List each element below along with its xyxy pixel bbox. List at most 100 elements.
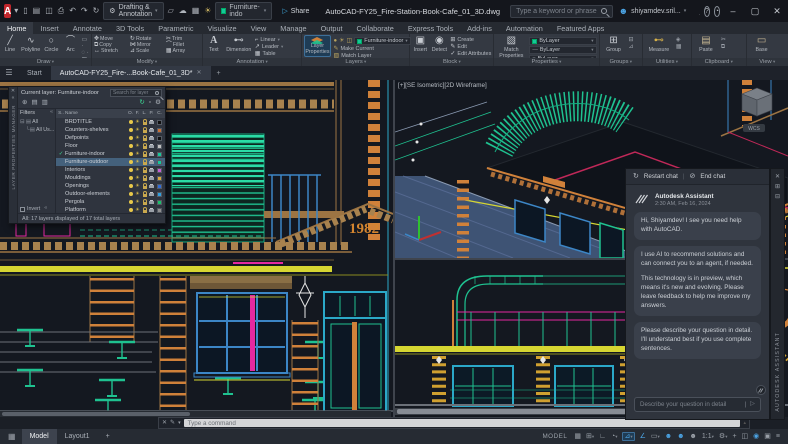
isolate-layer-icon[interactable]: ▫	[149, 100, 151, 107]
layout-grid-icon[interactable]: ▦	[8, 433, 16, 441]
delete-layer-icon[interactable]: ▥	[42, 100, 48, 107]
table-tool[interactable]: ▦Table	[255, 51, 283, 57]
layer-color-swatch[interactable]	[157, 192, 162, 197]
layer-color-swatch[interactable]	[157, 144, 162, 149]
layer-row[interactable]: Furniture-outdoor☀	[56, 158, 165, 166]
chat-input[interactable]: Describe your question in detail | ▷	[634, 397, 761, 412]
layer-row[interactable]: Defpoints☀	[56, 134, 165, 142]
layer-on-icon[interactable]	[129, 184, 133, 188]
layer-color-swatch[interactable]	[157, 136, 162, 141]
viewcube-icon[interactable]	[742, 88, 772, 116]
new-group-filter-icon[interactable]: ▤	[31, 100, 37, 107]
annotation-monitor-icon[interactable]: +	[732, 433, 736, 440]
ribbon-tab-express-tools[interactable]: Express Tools	[401, 22, 460, 34]
units-icon[interactable]: ◫	[742, 433, 749, 440]
ellipse-tool-icon[interactable]: ◌ ·	[82, 50, 90, 56]
groups-panel-label[interactable]: Groups	[600, 58, 642, 66]
layer-color-swatch[interactable]	[157, 152, 162, 157]
graphics-performance-icon[interactable]: ◉	[753, 433, 759, 440]
cut-icon[interactable]: ✂	[721, 37, 726, 43]
layer-plot-icon[interactable]	[149, 121, 154, 124]
annotation-scale-value[interactable]: 1:1▾	[702, 433, 714, 440]
refresh-layers-icon[interactable]: ↻	[139, 100, 144, 107]
model-tab[interactable]: Model	[22, 429, 57, 444]
layer-color-swatch[interactable]	[157, 176, 162, 181]
end-chat-icon[interactable]: ⊘	[689, 173, 695, 180]
ribbon-tab-view[interactable]: View	[244, 22, 274, 34]
layer-freeze-icon[interactable]: ☀	[135, 135, 139, 141]
new-layout-button[interactable]: +	[98, 429, 118, 444]
cart-icon[interactable]	[694, 6, 695, 16]
workspace-switch-icon[interactable]: ⚙▾	[719, 433, 728, 440]
circle-tool[interactable]: ○Circle	[43, 35, 59, 53]
make-current-button[interactable]: ✎Make Current	[334, 46, 411, 52]
layer-freeze-icon[interactable]: ☀	[135, 119, 139, 125]
create-block-tool[interactable]: ⊞Create	[450, 37, 491, 43]
new-drawing-tab-button[interactable]: +	[211, 66, 227, 80]
ribbon-tab-3d-tools[interactable]: 3D Tools	[109, 22, 151, 34]
new-layer-icon[interactable]: ⊕	[22, 100, 27, 107]
measure-tool[interactable]: ⊷Measure	[645, 35, 673, 54]
arc-tool[interactable]: ⌒Arc	[62, 35, 78, 53]
layer-color-swatch[interactable]	[157, 184, 162, 189]
ungroup-icon[interactable]: ⊟	[629, 37, 634, 43]
customize-command-icon[interactable]: ✎	[170, 420, 175, 426]
layer-freeze-icon[interactable]: ☀	[135, 183, 139, 189]
leader-tool[interactable]: ↗Leader ▾	[255, 44, 283, 50]
dimension-tool[interactable]: ⊷ Dimension	[226, 35, 252, 54]
clean-screen-icon[interactable]: ▣	[764, 433, 771, 440]
array-tool[interactable]: ▦Array	[166, 48, 200, 54]
layer-freeze-icon[interactable]: ☀	[135, 191, 139, 197]
clipboard-panel-label[interactable]: Clipboard	[692, 58, 746, 66]
layer-freeze-icon[interactable]: ☀	[135, 143, 139, 149]
layer-on-icon[interactable]	[129, 208, 133, 212]
layer-color-swatch[interactable]	[157, 168, 162, 173]
layer-on-icon[interactable]	[129, 144, 133, 148]
layer-row[interactable]: Interiors☀	[56, 166, 165, 174]
layer-list-header[interactable]: S.. Name O. F. L. P. C.	[56, 109, 165, 118]
layer-row[interactable]: Platform☀	[56, 206, 165, 213]
ortho-mode-icon[interactable]: ∟	[599, 433, 606, 440]
layer-plot-icon[interactable]	[149, 185, 154, 188]
layer-plot-icon[interactable]	[149, 137, 154, 140]
layer-lock-icon[interactable]	[143, 146, 147, 149]
palette-autohide-icon[interactable]: «	[12, 95, 15, 102]
layer-on-icon[interactable]	[129, 200, 133, 204]
color-dropdown[interactable]: ByLayer▾	[529, 37, 596, 45]
layer-lock-icon[interactable]	[143, 210, 147, 213]
paste-tool[interactable]: ▤Paste	[694, 35, 718, 54]
ribbon-tab-automation[interactable]: Automation	[499, 22, 550, 34]
layer-lock-icon[interactable]	[143, 162, 147, 165]
layer-freeze-icon[interactable]: ☀	[339, 38, 344, 44]
send-icon[interactable]: ▷	[750, 401, 755, 407]
layer-plot-icon[interactable]	[149, 161, 154, 164]
undo-icon[interactable]: ↶	[69, 7, 76, 15]
tab-start[interactable]: Start	[18, 66, 51, 80]
layer-lock-icon[interactable]	[143, 170, 147, 173]
layer-dropdown[interactable]: Furniture-indoor ▾	[354, 37, 410, 45]
maximize-button[interactable]: ▢	[744, 0, 766, 22]
end-chat-button[interactable]: End chat	[700, 173, 725, 180]
command-input[interactable]: Type a command	[184, 419, 741, 427]
layer-freeze-icon[interactable]: ☀	[135, 151, 139, 157]
strip-close-icon[interactable]: ✕	[775, 172, 780, 182]
recent-commands-icon[interactable]: ▾	[178, 421, 181, 426]
grid-display-icon[interactable]: ▦	[574, 433, 581, 440]
object-snap-icon[interactable]: ▭▾	[651, 433, 660, 440]
linetype-dropdown[interactable]: —ByLayer▾	[529, 46, 596, 54]
command-expand-icon[interactable]: ▴	[743, 421, 746, 426]
layer-on-icon[interactable]	[129, 168, 133, 172]
scale-tool[interactable]: ⊿Scale	[130, 48, 164, 54]
layer-plot-icon[interactable]	[149, 129, 154, 132]
layer-on-icon[interactable]	[129, 152, 133, 156]
redo-icon[interactable]: ↷	[81, 7, 88, 15]
annotation-scale-person-icon[interactable]: ☻	[690, 433, 697, 440]
layer-plot-icon[interactable]	[149, 153, 154, 156]
help-icon[interactable]: ?	[704, 6, 710, 17]
save-icon[interactable]: ◫	[45, 7, 53, 15]
account-menu[interactable]: ☻ shiyamdev.sril... ▾	[619, 7, 687, 16]
layer-row[interactable]: BRDTITLE☀	[56, 118, 165, 126]
layer-lock-icon[interactable]	[143, 178, 147, 181]
layer-row[interactable]: Openings☀	[56, 182, 165, 190]
linear-tool[interactable]: ⌐Linear ▾	[255, 37, 283, 43]
